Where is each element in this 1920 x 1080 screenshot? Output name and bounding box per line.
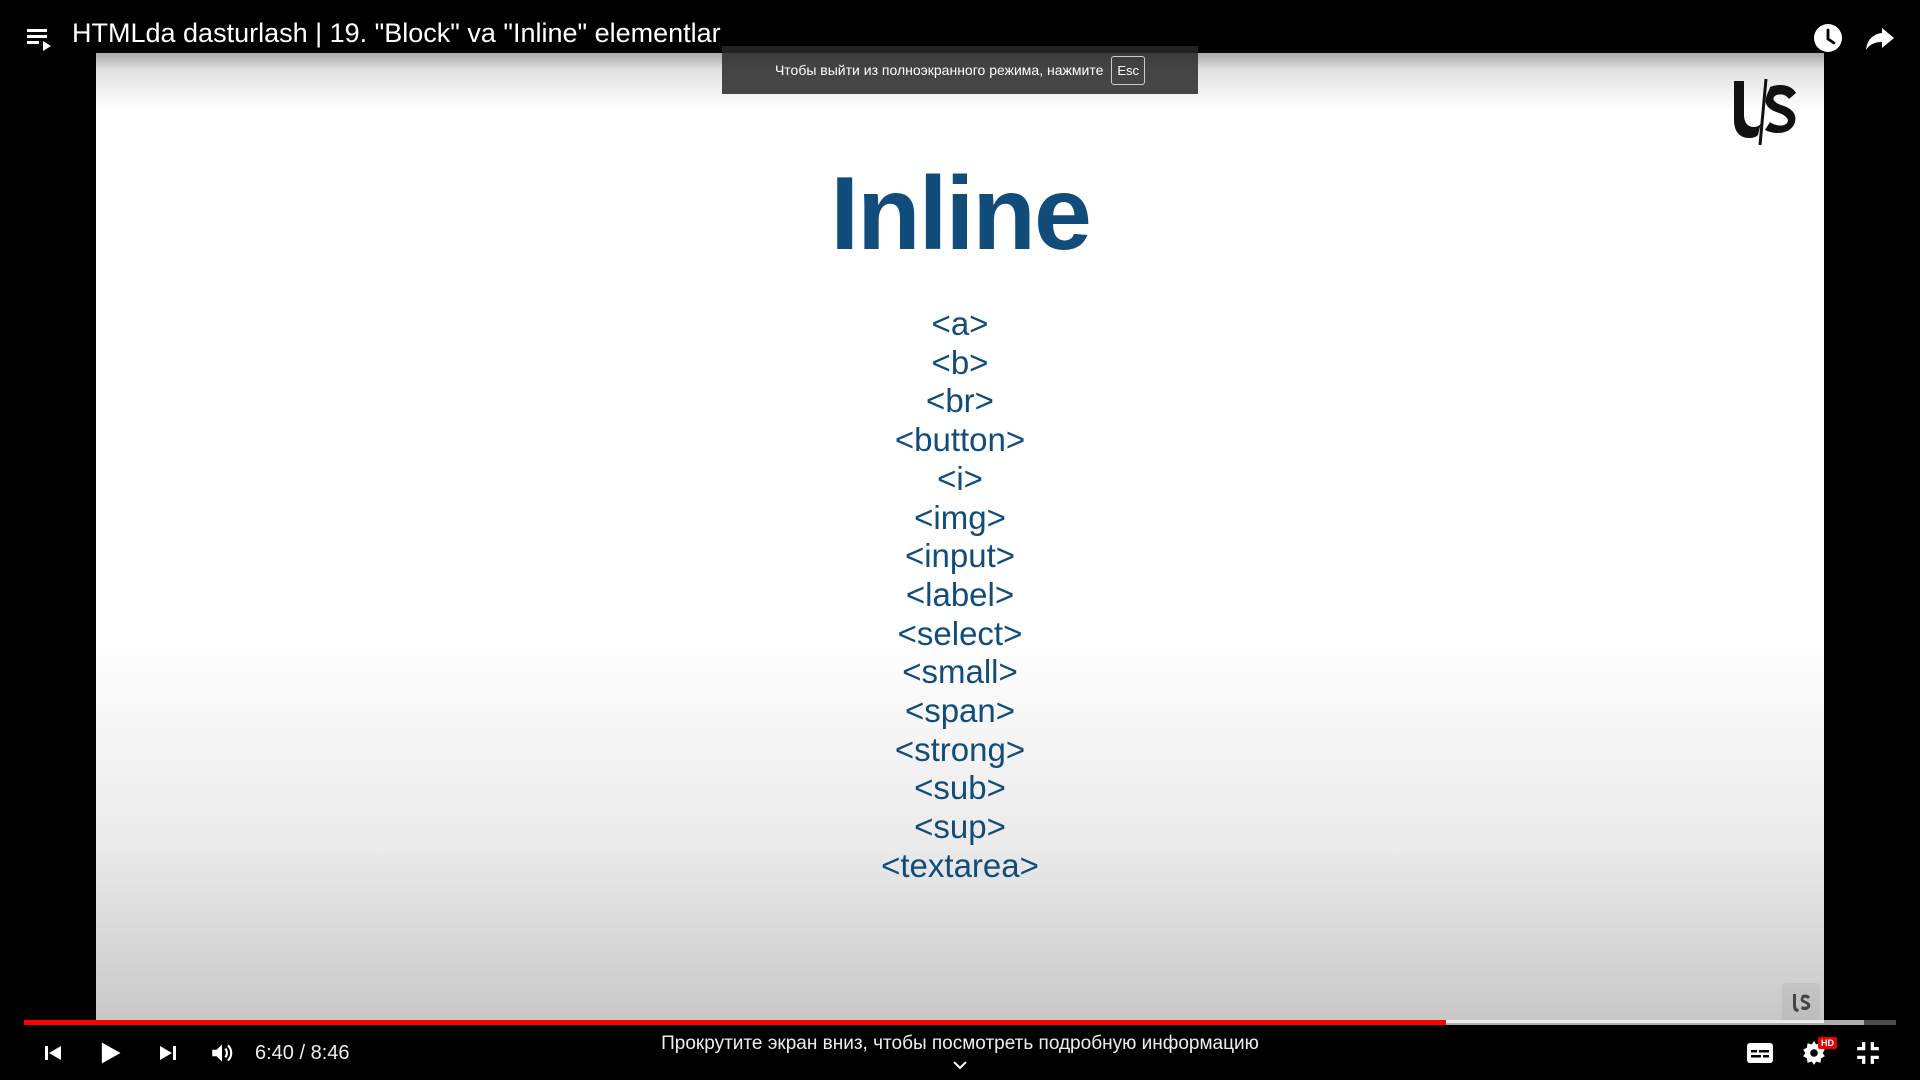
tag-list-item: <a>: [931, 305, 989, 342]
share-icon[interactable]: [1864, 22, 1896, 54]
previous-button[interactable]: [35, 1035, 71, 1071]
tag-list-item: <br>: [926, 382, 994, 420]
youtube-player-fullscreen[interactable]: Inline <a> <b> <br> <button> <i> <img> <input>…: [0, 0, 1920, 1080]
volume-icon: [212, 1044, 233, 1062]
settings-button[interactable]: HD: [1796, 1035, 1837, 1071]
chevron-down-icon[interactable]: [950, 1058, 970, 1074]
tag-list-item: <input>: [904, 537, 1016, 575]
play-icon: [101, 1042, 121, 1064]
tag-list-item: <textarea>: [881, 846, 1039, 884]
exit-fullscreen-icon: [1857, 1042, 1879, 1064]
skip-next-icon: [160, 1046, 176, 1060]
skip-previous-icon: [45, 1046, 61, 1060]
time-display: 6:40 / 8:46: [255, 1042, 350, 1064]
tag-list-item: <sup>: [914, 808, 1006, 846]
subtitles-button[interactable]: [1742, 1035, 1778, 1071]
tag-list-item: <span>: [904, 692, 1016, 730]
tag-list-item: <img>: [914, 498, 1006, 536]
channel-logo-icon: [1734, 78, 1796, 146]
exit-fullscreen-button[interactable]: [1850, 1035, 1886, 1071]
tag-list-item: <i>: [937, 459, 983, 497]
subtitles-icon: [1747, 1043, 1773, 1063]
tag-list-item: <strong>: [894, 730, 1026, 768]
tag-list-item: <button>: [894, 421, 1026, 459]
tooltip-text: Чтобы выйти из полноэкранного режима, на…: [774, 62, 1104, 78]
player-controls: 6:40 / 8:46 Прокрутите экран вниз, чтобы…: [0, 1025, 1920, 1080]
play-button[interactable]: [92, 1035, 128, 1071]
next-button[interactable]: [150, 1035, 186, 1071]
tag-list-item: <sub>: [914, 769, 1006, 807]
fullscreen-exit-tooltip: Чтобы выйти из полноэкранного режима, на…: [722, 46, 1198, 94]
tag-list-item: <small>: [902, 653, 1018, 691]
tag-list: <a> <b> <br> <button> <i> <img> <input> <label>…: [96, 305, 1824, 886]
hd-badge: HD: [1818, 1037, 1837, 1049]
playlist-icon[interactable]: [24, 22, 56, 54]
tag-list-item: <select>: [897, 614, 1023, 652]
watermark-logo-icon[interactable]: [1782, 983, 1820, 1021]
tag-list-item: <label>: [905, 575, 1015, 613]
slide-title: Inline: [830, 156, 1092, 272]
watch-later-icon[interactable]: [1812, 22, 1844, 54]
video-title[interactable]: HTMLda dasturlash | 19. "Block" va "Inli…: [72, 18, 721, 49]
tag-list-item: <b>: [931, 343, 989, 381]
esc-key-badge: Esc: [1111, 55, 1146, 85]
volume-button[interactable]: [204, 1035, 240, 1071]
scroll-hint[interactable]: Прокрутите экран вниз, чтобы посмотреть …: [560, 1033, 1360, 1055]
video-frame[interactable]: Inline <a> <b> <br> <button> <i> <img> <input>…: [96, 53, 1824, 1023]
